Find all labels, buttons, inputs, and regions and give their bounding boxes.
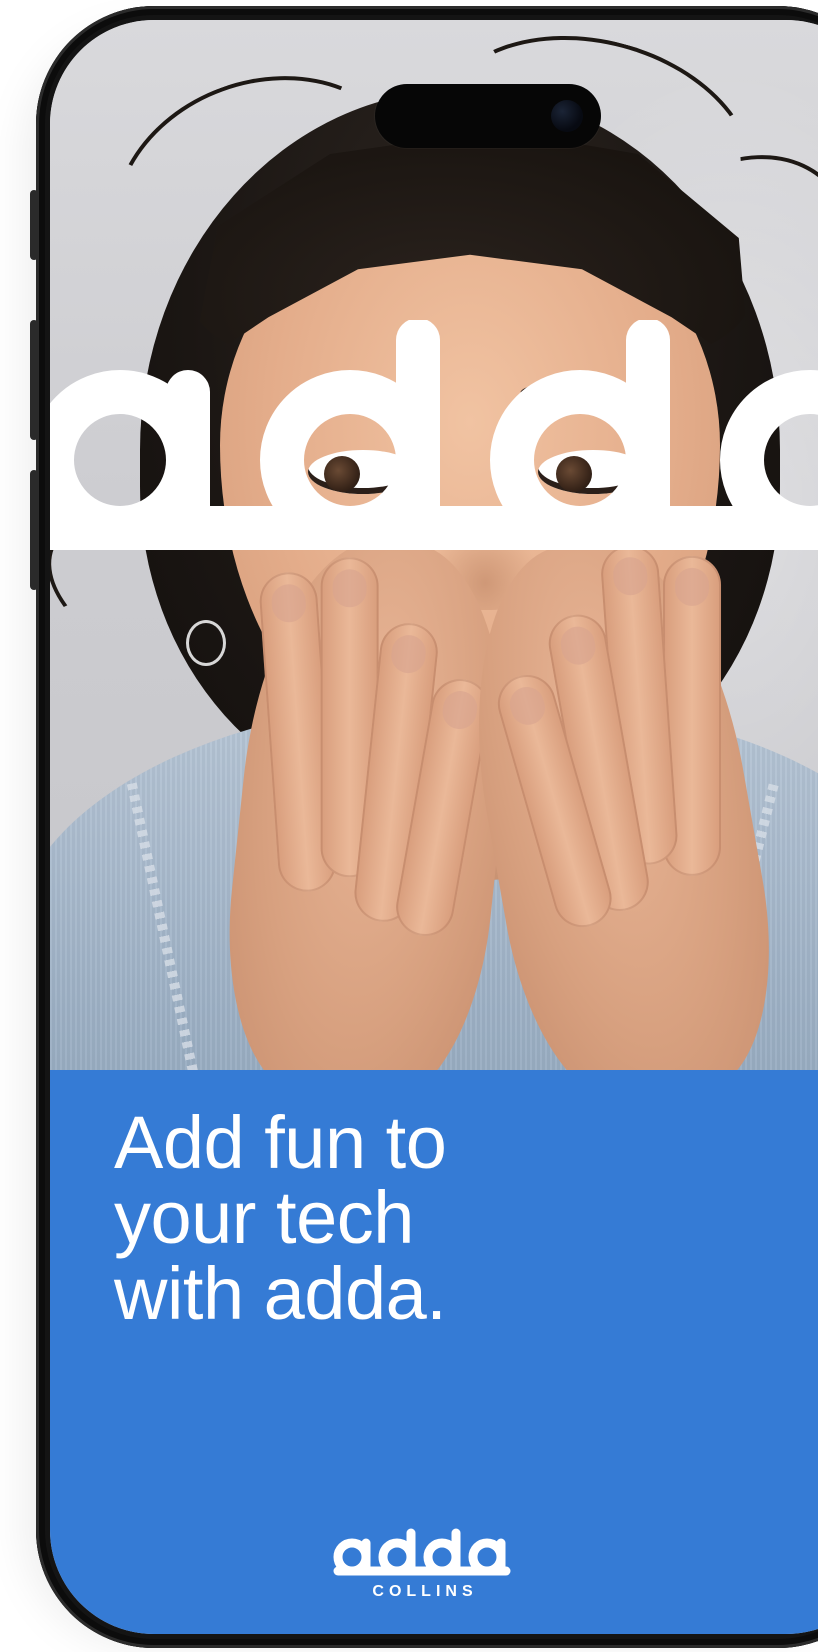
iris-left [324, 456, 360, 492]
front-camera-icon [551, 100, 583, 132]
phone-volume-down-button [30, 470, 38, 590]
headline-line-2: your tech [114, 1176, 414, 1260]
brand-logo-graphic [333, 1528, 511, 1576]
brand-subtitle: COLLINS [372, 1583, 478, 1600]
phone-volume-up-button [30, 320, 38, 440]
promo-headline: Add fun to your tech with adda. [114, 1101, 634, 1335]
iris-right [556, 456, 592, 492]
brand-mark: COLLINS [330, 1525, 520, 1615]
eye-right [538, 450, 648, 494]
headline-line-1: Add fun to [114, 1101, 447, 1184]
phone-screen: Add fun to your tech with adda. COLLINS [50, 20, 818, 1634]
hero-photo [50, 20, 818, 1070]
eye-left [308, 450, 418, 494]
dynamic-island [375, 84, 601, 148]
earring-left [186, 620, 226, 666]
promo-scene: Add fun to your tech with adda. COLLINS [0, 0, 818, 1652]
phone-side-button-top [30, 190, 38, 260]
headline-line-3: with adda. [114, 1251, 447, 1335]
